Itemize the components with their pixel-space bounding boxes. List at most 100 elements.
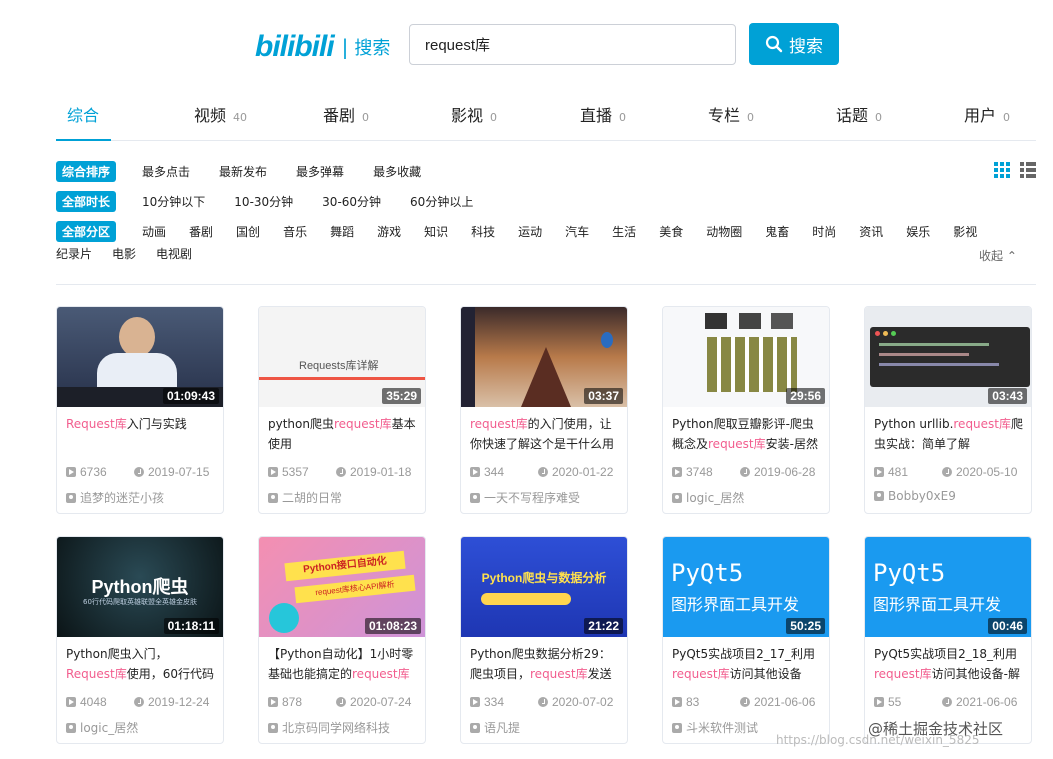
video-card[interactable]: Python爬虫与数据分析 21:22 Python爬虫数据分析29：爬虫项目，… [460,536,628,744]
tab-count: 0 [619,111,627,124]
thumb-subcaption: 图形界面工具开发 [873,595,1002,614]
uploader[interactable]: 二胡的日常 [268,489,342,506]
tab-video[interactable]: 视频 40 [194,102,247,126]
play-count-icon [874,467,884,477]
video-title[interactable]: Python爬虫数据分析29：爬虫项目，request库发送http [470,644,620,684]
video-title[interactable]: python爬虫request库基本使用 [268,414,418,454]
video-card[interactable]: 03:43 Python urllib.request库爬虫实战：简单了解url… [864,306,1032,514]
uploader[interactable]: 北京码同学网络科技 [268,719,390,736]
video-card[interactable]: PyQt5 图形界面工具开发 50:25 PyQt5实战项目2_17_利用requ… [662,536,830,744]
filter-zone-item[interactable]: 美食 [659,223,683,240]
video-thumbnail[interactable]: 01:09:43 [57,307,223,407]
grid-view-icon[interactable] [994,162,1010,178]
search-input[interactable] [409,24,736,65]
video-thumbnail[interactable]: Requests库详解 35:29 [259,307,425,407]
filter-zone-item[interactable]: 电影 [112,245,136,262]
tab-live[interactable]: 直播 0 [580,102,626,126]
filter-under-10[interactable]: 10分钟以下 [142,193,205,210]
filter-zone-item[interactable]: 番剧 [189,223,213,240]
filter-zone-item[interactable]: 娱乐 [906,223,930,240]
video-card[interactable]: Requests库详解 35:29 python爬虫request库基本使用 5… [258,306,426,514]
video-card[interactable]: Python爬虫 60行代码爬取英雄联盟全英雄金皮肤 01:18:11 Pytho… [56,536,224,744]
collapse-filters-button[interactable]: 收起 ⌃ [979,247,1017,264]
filter-zone-item[interactable]: 音乐 [283,223,307,240]
filter-zone-item[interactable]: 生活 [612,223,636,240]
filter-zone-item[interactable]: 科技 [471,223,495,240]
video-card[interactable]: 03:37 request库的入门使用，让你快速了解这个是干什么用 344 20… [460,306,628,514]
video-thumbnail[interactable]: Python接口自动化 request库核心API解析 01:08:23 [259,537,425,637]
filter-30-60[interactable]: 30-60分钟 [322,193,381,210]
tab-user[interactable]: 用户 0 [964,102,1010,126]
search-button[interactable]: 搜索 [749,23,839,65]
filter-zone-item[interactable]: 纪录片 [56,245,92,262]
video-thumbnail[interactable]: 03:37 [461,307,627,407]
filter-newest[interactable]: 最新发布 [219,163,267,180]
tab-all[interactable]: 综合 [67,102,99,126]
filter-zone-item[interactable]: 影视 [953,223,977,240]
filter-zone-item[interactable]: 游戏 [377,223,401,240]
uploader-icon [66,492,76,503]
uploader[interactable]: logic_居然 [672,489,744,506]
filter-sort-default[interactable]: 综合排序 [56,161,117,182]
tab-bangumi[interactable]: 番剧 0 [323,102,369,126]
video-meta: 4048 2019-12-24 [66,695,209,709]
video-title[interactable]: PyQt5实战项目2_18_利用 request库访问其他设备-解 [874,644,1024,684]
uploader[interactable]: 斗米软件测试 [672,719,758,736]
filter-most-danmaku[interactable]: 最多弹幕 [296,163,344,180]
video-meta: 334 2020-07-02 [470,695,613,709]
filter-zone-item[interactable]: 鬼畜 [765,223,789,240]
filter-zone-item[interactable]: 电视剧 [156,245,192,262]
list-view-icon[interactable] [1020,162,1036,178]
filter-zone-item[interactable]: 动画 [142,223,166,240]
bilibili-logo[interactable]: bilibili | 搜索 [255,30,390,64]
tab-film[interactable]: 影视 0 [451,102,497,126]
view-toggle [994,162,1036,178]
tab-article[interactable]: 专栏 0 [708,102,754,126]
filter-most-favorites[interactable]: 最多收藏 [373,163,421,180]
video-title[interactable]: Python urllib.request库爬虫实战：简单了解urlopen() [874,414,1024,454]
upload-date: 2021-06-06 [754,695,816,709]
logo-search-label: 搜索 [354,38,391,59]
filter-10-30[interactable]: 10-30分钟 [234,193,293,210]
filter-zone-item[interactable]: 国创 [236,223,260,240]
video-thumbnail[interactable]: 29:56 [663,307,829,407]
video-thumbnail[interactable]: PyQt5 图形界面工具开发 50:25 [663,537,829,637]
uploader[interactable]: 语凡提 [470,719,520,736]
uploader[interactable]: 追梦的迷茫小孩 [66,489,164,506]
filter-zone-item[interactable]: 舞蹈 [330,223,354,240]
upload-date: 2019-12-24 [148,695,210,709]
video-card[interactable]: PyQt5 图形界面工具开发 00:46 PyQt5实战项目2_18_利用requ… [864,536,1032,744]
clock-icon [942,697,952,707]
uploader[interactable]: logic_居然 [66,719,138,736]
video-thumbnail[interactable]: Python爬虫 60行代码爬取英雄联盟全英雄金皮肤 01:18:11 [57,537,223,637]
video-thumbnail[interactable]: PyQt5 图形界面工具开发 00:46 [865,537,1031,637]
video-title[interactable]: 【Python自动化】1小时零基础也能搞定的request库 [268,644,418,684]
video-title[interactable]: Request库入门与实践 [66,414,216,454]
filter-zone-all[interactable]: 全部分区 [56,221,117,242]
video-title[interactable]: Python爬取豆瓣影评-爬虫概念及request库安装-居然 [672,414,822,454]
filter-duration-all[interactable]: 全部时长 [56,191,117,212]
filter-zone-item[interactable]: 时尚 [812,223,836,240]
filter-zone-item[interactable]: 运动 [518,223,542,240]
filter-zone-item[interactable]: 资讯 [859,223,883,240]
video-duration: 01:08:23 [364,618,421,634]
video-title[interactable]: Python爬虫入门，Request库使用，60行代码爬取英雄 [66,644,216,684]
collapse-label: 收起 [979,249,1004,263]
filter-zone-item[interactable]: 汽车 [565,223,589,240]
video-thumbnail[interactable]: Python爬虫与数据分析 21:22 [461,537,627,637]
filter-over-60[interactable]: 60分钟以上 [410,193,473,210]
filter-zone-item[interactable]: 知识 [424,223,448,240]
clock-icon [538,697,548,707]
tab-topic[interactable]: 话题 0 [836,102,882,126]
uploader[interactable]: 一天不写程序难受 [470,489,580,506]
video-card[interactable]: 29:56 Python爬取豆瓣影评-爬虫概念及request库安装-居然 37… [662,306,830,514]
video-title[interactable]: request库的入门使用，让你快速了解这个是干什么用 [470,414,620,454]
filter-most-clicks[interactable]: 最多点击 [142,163,190,180]
uploader[interactable]: Bobby0xE9 [874,489,956,503]
video-card[interactable]: 01:09:43 Request库入门与实践 6736 2019-07-15 追… [56,306,224,514]
filter-zone-item[interactable]: 动物圈 [706,223,742,240]
watermark: @稀土掘金技术社区 [868,720,1004,738]
video-card[interactable]: Python接口自动化 request库核心API解析 01:08:23 【Pyt… [258,536,426,744]
video-thumbnail[interactable]: 03:43 [865,307,1031,407]
video-title[interactable]: PyQt5实战项目2_17_利用 request库访问其他设备 [672,644,822,684]
